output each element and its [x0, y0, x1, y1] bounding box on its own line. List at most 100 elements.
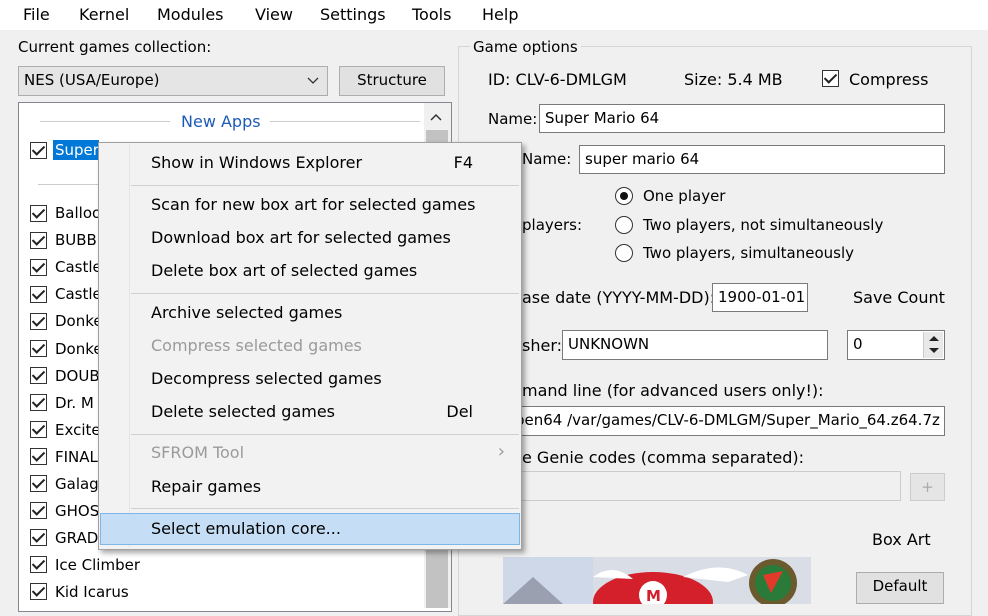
game-checkbox[interactable] — [30, 448, 47, 465]
game-item[interactable]: Balloo — [55, 204, 101, 222]
genie-codes-field[interactable] — [506, 471, 901, 501]
menu-settings[interactable]: Settings — [320, 5, 386, 24]
game-item[interactable]: DOUB — [55, 367, 100, 385]
menu-kernel[interactable]: Kernel — [79, 5, 129, 24]
game-item[interactable]: Ice Climber — [55, 556, 140, 574]
name-label: Name: — [488, 110, 538, 128]
genie-codes-label: e Genie codes (comma separated): — [522, 448, 805, 467]
players-label: players: — [522, 216, 583, 234]
list-divider — [38, 184, 98, 185]
game-checkbox[interactable] — [30, 142, 47, 159]
game-checkbox[interactable] — [30, 556, 47, 573]
game-checkbox[interactable] — [30, 502, 47, 519]
game-item[interactable]: Excite — [55, 421, 101, 439]
collection-select[interactable]: NES (USA/Europe) — [18, 66, 328, 96]
menu-show-in-explorer[interactable]: Show in Windows Explorer — [151, 153, 362, 172]
menu-archive-games[interactable]: Archive selected games — [151, 303, 342, 322]
command-line-label: mand line (for advanced users only!): — [522, 381, 824, 400]
save-count-value: 0 — [853, 335, 863, 353]
game-item[interactable]: BUBB — [55, 231, 97, 249]
genie-add-button[interactable]: + — [910, 473, 945, 501]
menu-repair-games[interactable]: Repair games — [151, 477, 261, 496]
menu-icon-column — [129, 144, 130, 548]
context-menu: Show in Windows Explorer F4 Scan for new… — [98, 142, 522, 550]
menu-download-box-art[interactable]: Download box art for selected games — [151, 228, 451, 247]
game-checkbox[interactable] — [30, 340, 47, 357]
game-item[interactable]: GHOS — [55, 502, 99, 520]
stepper-buttons[interactable] — [923, 332, 943, 358]
game-id: ID: CLV-6-DMLGM — [488, 70, 627, 89]
publisher-field[interactable]: UNKNOWN — [562, 330, 828, 360]
game-item[interactable]: GRAD — [55, 529, 98, 547]
game-item[interactable]: Donke — [55, 340, 103, 358]
structure-button[interactable]: Structure — [339, 66, 445, 96]
radio-two-sim-label: Two players, simultaneously — [643, 244, 855, 262]
shortcut-f4: F4 — [453, 153, 473, 172]
menu-file[interactable]: File — [23, 5, 50, 24]
group-title: Game options — [470, 38, 581, 56]
game-checkbox[interactable] — [30, 286, 47, 303]
game-checkbox[interactable] — [30, 259, 47, 276]
scroll-up-icon[interactable] — [430, 113, 442, 121]
radio-two-not-sim-label: Two players, not simultaneously — [643, 216, 884, 234]
publisher-label: sher: — [522, 336, 563, 355]
game-checkbox[interactable] — [30, 232, 47, 249]
sort-name-field[interactable]: super mario 64 — [579, 145, 945, 174]
folder-title: New Apps — [181, 112, 261, 131]
default-box-art-button[interactable]: Default — [856, 572, 944, 604]
stepper-up-icon[interactable] — [929, 335, 939, 342]
menu-separator — [131, 293, 519, 294]
release-date-field[interactable]: 1900-01-01 — [712, 283, 808, 312]
selected-game[interactable]: Super — [53, 140, 99, 160]
game-checkbox[interactable] — [30, 583, 47, 600]
release-date-label: ase date (YYYY-MM-DD): — [522, 288, 716, 307]
name-field[interactable]: Super Mario 64 — [539, 104, 945, 133]
game-checkbox[interactable] — [30, 475, 47, 492]
save-count-label: Save Count — [853, 288, 945, 307]
game-item[interactable]: Donke — [55, 312, 103, 330]
menu-decompress-games[interactable]: Decompress selected games — [151, 369, 382, 388]
save-count-stepper[interactable]: 0 — [847, 330, 945, 360]
game-item[interactable]: Galag — [55, 475, 99, 493]
menu-sfrom-tool: SFROM Tool — [151, 443, 245, 462]
sort-name-label: Name: — [522, 150, 572, 168]
menu-tools[interactable]: Tools — [412, 5, 451, 24]
folder-divider-left — [40, 121, 170, 122]
game-item[interactable]: Castle — [55, 285, 102, 303]
game-checkbox[interactable] — [30, 205, 47, 222]
game-checkbox[interactable] — [30, 394, 47, 411]
chevron-down-icon — [307, 77, 319, 84]
menu-separator — [131, 434, 519, 435]
menu-delete-box-art[interactable]: Delete box art of selected games — [151, 261, 417, 280]
game-item[interactable]: FINAL — [55, 448, 98, 466]
submenu-arrow-icon: › — [497, 441, 505, 462]
game-size: Size: 5.4 MB — [684, 70, 783, 89]
menu-view[interactable]: View — [255, 5, 293, 24]
command-line-field[interactable]: pen64 /var/games/CLV-6-DMLGM/Super_Mario… — [506, 406, 945, 436]
game-item[interactable]: Castle — [55, 258, 102, 276]
game-item[interactable]: Kid Icarus — [55, 583, 129, 601]
folder-divider-right — [270, 121, 420, 122]
game-checkbox[interactable] — [30, 529, 47, 546]
radio-one-player-label: One player — [643, 187, 726, 205]
radio-one-player[interactable] — [615, 187, 633, 205]
collection-label: Current games collection: — [18, 38, 212, 56]
compress-label: Compress — [849, 70, 929, 89]
game-checkbox[interactable] — [30, 421, 47, 438]
game-item[interactable]: Dr. M — [55, 394, 94, 412]
shortcut-del: Del — [446, 402, 473, 421]
menu-delete-games[interactable]: Delete selected games — [151, 402, 335, 421]
radio-two-sim[interactable] — [615, 244, 633, 262]
menu-select-emulation-core[interactable]: Select emulation core... — [151, 519, 341, 538]
menu-scan-box-art[interactable]: Scan for new box art for selected games — [151, 195, 475, 214]
menu-help[interactable]: Help — [482, 5, 518, 24]
box-art-image: M — [503, 557, 811, 604]
box-art-label: Box Art — [872, 530, 931, 549]
menu-separator — [131, 508, 519, 509]
radio-two-not-sim[interactable] — [615, 216, 633, 234]
stepper-down-icon[interactable] — [929, 347, 939, 354]
menu-modules[interactable]: Modules — [157, 5, 224, 24]
game-checkbox[interactable] — [30, 313, 47, 330]
compress-checkbox[interactable] — [822, 70, 839, 87]
game-checkbox[interactable] — [30, 367, 47, 384]
